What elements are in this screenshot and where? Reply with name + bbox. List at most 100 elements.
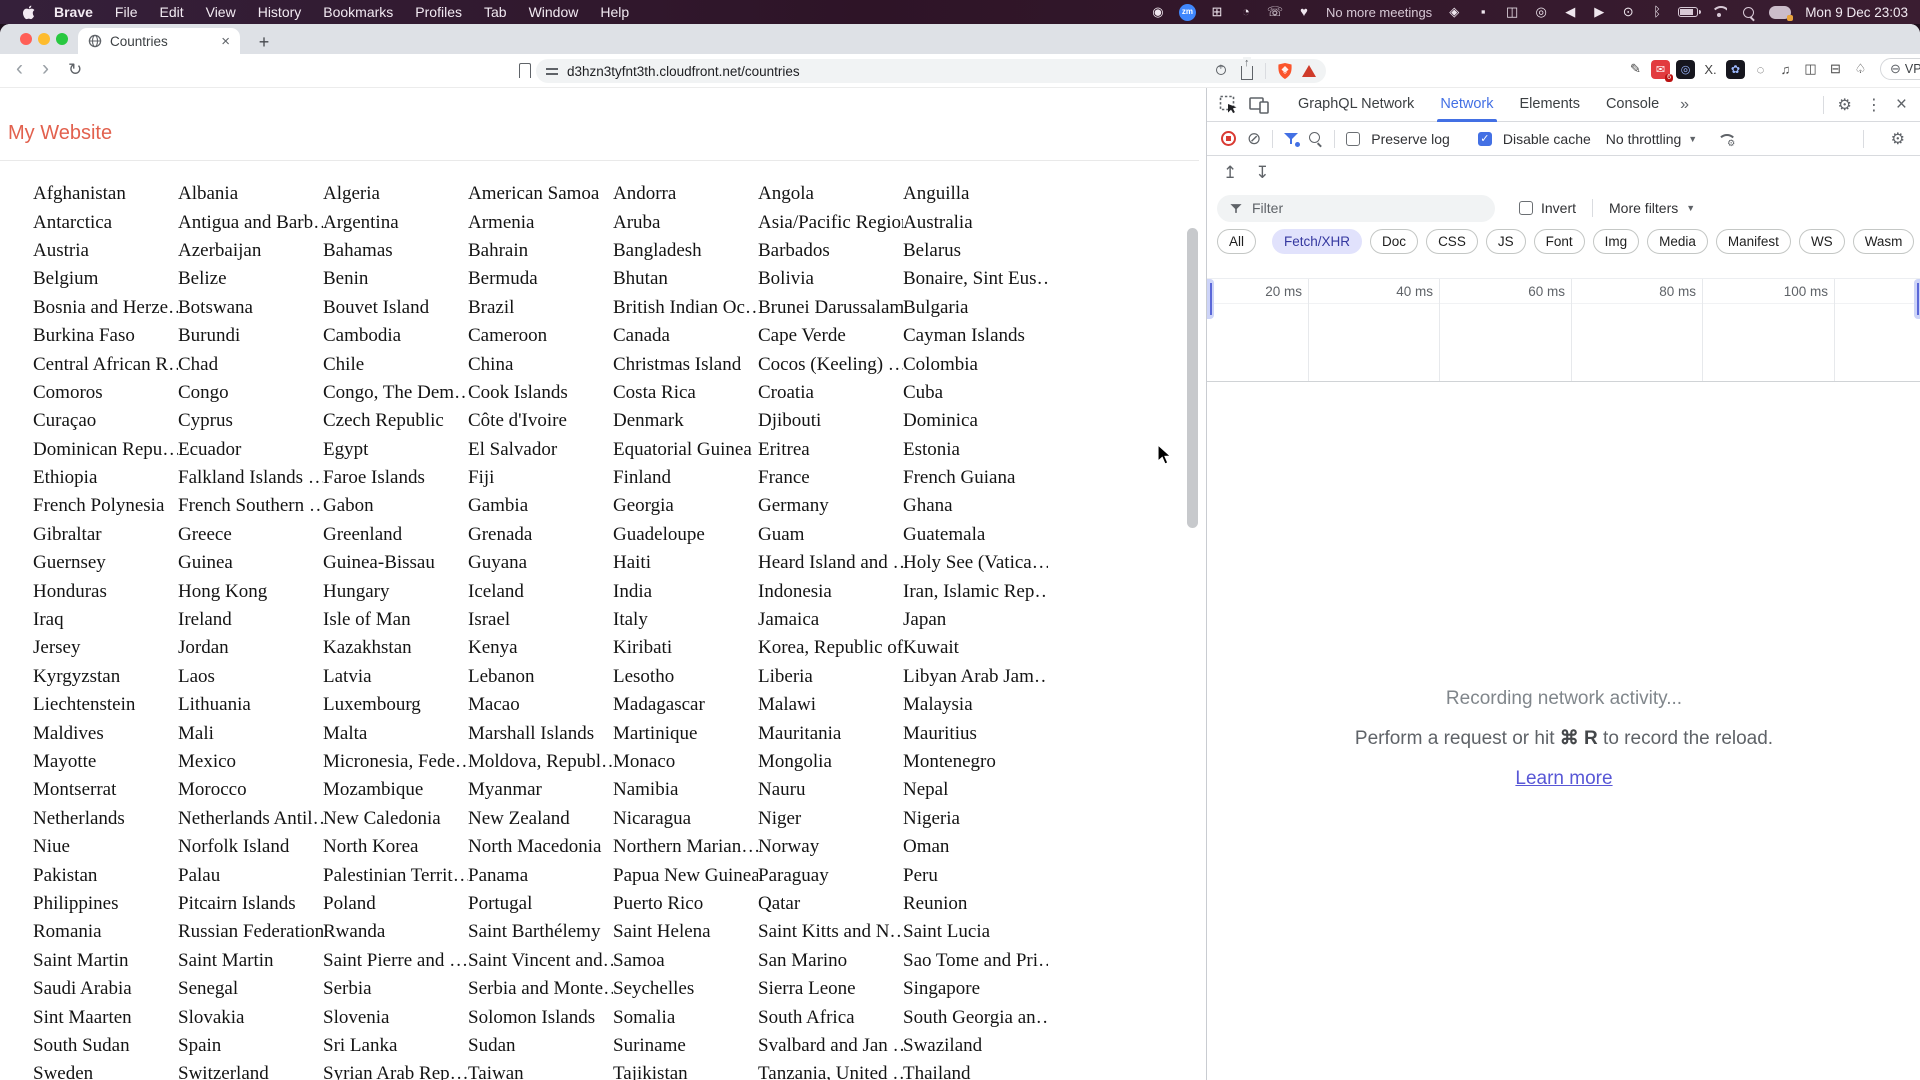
export-har-icon[interactable]: ↧ (1255, 163, 1269, 183)
heart-icon[interactable]: ♥ (1296, 4, 1312, 20)
record-network-log-button[interactable] (1221, 131, 1236, 146)
filter-chip-fetch-xhr[interactable]: Fetch/XHR (1272, 228, 1363, 254)
invert-checkbox[interactable] (1519, 201, 1533, 215)
timeline-right-handle[interactable] (1914, 279, 1920, 319)
viber-icon[interactable]: ☏ (1267, 4, 1283, 20)
window-minimize-button[interactable] (38, 33, 50, 45)
network-settings-icon[interactable]: ⚙ (1891, 129, 1905, 149)
menu-item-window[interactable]: Window (518, 0, 590, 24)
bluetooth-icon[interactable]: ᛒ (1649, 4, 1665, 20)
devtools-tab-elements[interactable]: Elements (1507, 88, 1593, 122)
filter-toggle-icon[interactable] (1284, 132, 1301, 147)
search-network-icon[interactable] (1309, 132, 1323, 146)
pin-icon[interactable]: ▪ (1475, 4, 1491, 20)
throttling-dropdown[interactable]: No throttling ▼ (1606, 131, 1697, 147)
address-bar[interactable]: d3hzn3tyfnt3th.cloudfront.net/countries (536, 57, 1326, 83)
mail-extension-icon[interactable]: ✉ 6 (1651, 59, 1673, 82)
network-conditions-icon[interactable] (1716, 132, 1735, 149)
zoom-app-icon[interactable]: zm (1178, 3, 1196, 21)
battery-icon[interactable] (1678, 7, 1702, 17)
site-settings-icon[interactable] (546, 66, 558, 76)
more-filters-dropdown[interactable]: More filters ▼ (1609, 200, 1695, 216)
volume-icon[interactable]: ◀ (1562, 4, 1578, 20)
stage-manager-icon[interactable]: ◫ (1504, 4, 1520, 20)
clear-network-log-icon[interactable]: ⊘ (1247, 129, 1261, 149)
filter-chip-css[interactable]: CSS (1426, 228, 1478, 254)
url-text[interactable]: d3hzn3tyfnt3th.cloudfront.net/countries (567, 64, 1204, 79)
bookmark-icon[interactable] (518, 63, 531, 84)
devtools-close-icon[interactable]: × (1896, 94, 1907, 116)
disable-cache-checkbox[interactable]: ✓ (1477, 131, 1492, 146)
raycast-icon[interactable]: ◈ (1446, 4, 1462, 20)
filter-chip-ws[interactable]: WS (1798, 228, 1845, 254)
filter-chip-media[interactable]: Media (1647, 228, 1708, 254)
filter-chip-manifest[interactable]: Manifest (1715, 228, 1791, 254)
window-maximize-button[interactable] (56, 33, 68, 45)
network-overview-timeline[interactable]: 20 ms 40 ms 60 ms 80 ms 100 ms (1207, 278, 1920, 382)
page-scrollbar[interactable] (1187, 228, 1198, 528)
new-tab-button[interactable]: + (252, 30, 276, 54)
user-circle-icon[interactable]: ⊙ (1620, 4, 1636, 20)
menu-bar-clock[interactable]: Mon 9 Dec 23:03 (1805, 5, 1908, 20)
brave-rewards-icon[interactable] (1302, 65, 1316, 77)
filter-chip-js[interactable]: JS (1485, 228, 1526, 254)
menu-item-view[interactable]: View (195, 0, 247, 24)
import-har-icon[interactable]: ↥ (1223, 163, 1237, 183)
back-button[interactable]: ‹ (16, 57, 23, 81)
atom-extension-icon[interactable]: ◎ (1676, 59, 1695, 79)
site-title[interactable]: My Website (8, 122, 112, 145)
timeline-left-handle[interactable] (1207, 279, 1214, 319)
widget-icon[interactable]: ⊞ (1209, 4, 1225, 20)
zoom-page-icon[interactable] (1216, 62, 1229, 78)
devtools-tab-network[interactable]: Network (1427, 88, 1506, 122)
filter-input[interactable]: Filter (1217, 194, 1495, 222)
invert-label[interactable]: Invert (1541, 200, 1576, 216)
menu-item-brave[interactable]: Brave (43, 0, 104, 24)
menu-item-file[interactable]: File (104, 0, 149, 24)
tab-close-icon[interactable]: × (221, 34, 230, 49)
menu-item-bookmarks[interactable]: Bookmarks (312, 0, 404, 24)
preserve-log-checkbox[interactable] (1346, 131, 1361, 146)
devtools-tab-console[interactable]: Console (1593, 88, 1672, 122)
play-circle-icon[interactable]: ▶ (1591, 4, 1607, 20)
wallet-extension-icon[interactable]: ⊟ (1826, 60, 1845, 79)
menu-item-edit[interactable]: Edit (148, 0, 194, 24)
filter-chip-font[interactable]: Font (1533, 228, 1585, 254)
user-switch-icon[interactable] (1769, 5, 1794, 21)
menu-item-history[interactable]: History (247, 0, 313, 24)
browser-tab-countries[interactable]: Countries × (78, 28, 240, 54)
disable-cache-label[interactable]: Disable cache (1503, 131, 1591, 147)
pen-extension-icon[interactable]: ✎ (1626, 60, 1645, 79)
devtools-tab-graphql-network[interactable]: GraphQL Network (1285, 88, 1427, 122)
x-extension-icon[interactable]: X. (1701, 60, 1720, 79)
more-panels-icon[interactable]: » (1672, 96, 1697, 114)
filter-chip-all[interactable]: All (1217, 228, 1257, 254)
devtools-more-menu-icon[interactable]: ⋮ (1866, 95, 1882, 115)
share-icon[interactable] (1241, 57, 1253, 80)
filter-chip-wasm[interactable]: Wasm (1852, 228, 1915, 254)
forward-button[interactable]: › (42, 57, 49, 81)
menu-item-help[interactable]: Help (589, 0, 640, 24)
learn-more-link[interactable]: Learn more (1515, 768, 1612, 790)
inspect-element-icon[interactable] (1219, 95, 1239, 115)
devtools-settings-icon[interactable]: ⚙ (1838, 95, 1852, 115)
window-close-button[interactable] (20, 33, 32, 45)
menu-item-profiles[interactable]: Profiles (404, 0, 473, 24)
stop-record-icon[interactable]: ◉ (1150, 4, 1166, 20)
wifi-icon[interactable] (1711, 6, 1727, 18)
octopus-extension-icon[interactable]: ◌ (1751, 60, 1770, 79)
menu-item-tab[interactable]: Tab (473, 0, 518, 24)
music-extension-icon[interactable]: ♫ (1776, 60, 1795, 79)
filter-chip-doc[interactable]: Doc (1370, 228, 1419, 254)
brave-shield-icon[interactable] (1278, 63, 1292, 79)
power-icon[interactable]: ◎ (1533, 4, 1549, 20)
reload-button[interactable]: ↻ (68, 60, 82, 80)
meeting-status-text[interactable]: No more meetings (1326, 5, 1432, 20)
filter-chip-img[interactable]: Img (1592, 228, 1640, 254)
vpn-button[interactable]: ⊖VPN (1880, 58, 1920, 80)
spade-extension-icon[interactable]: ♤ (1851, 60, 1870, 79)
split-screen-extension-icon[interactable]: ◫ (1801, 60, 1820, 79)
spotlight-icon[interactable] (1740, 4, 1756, 20)
flower-extension-icon[interactable]: ✿ (1726, 59, 1745, 79)
preserve-log-label[interactable]: Preserve log (1371, 131, 1450, 147)
